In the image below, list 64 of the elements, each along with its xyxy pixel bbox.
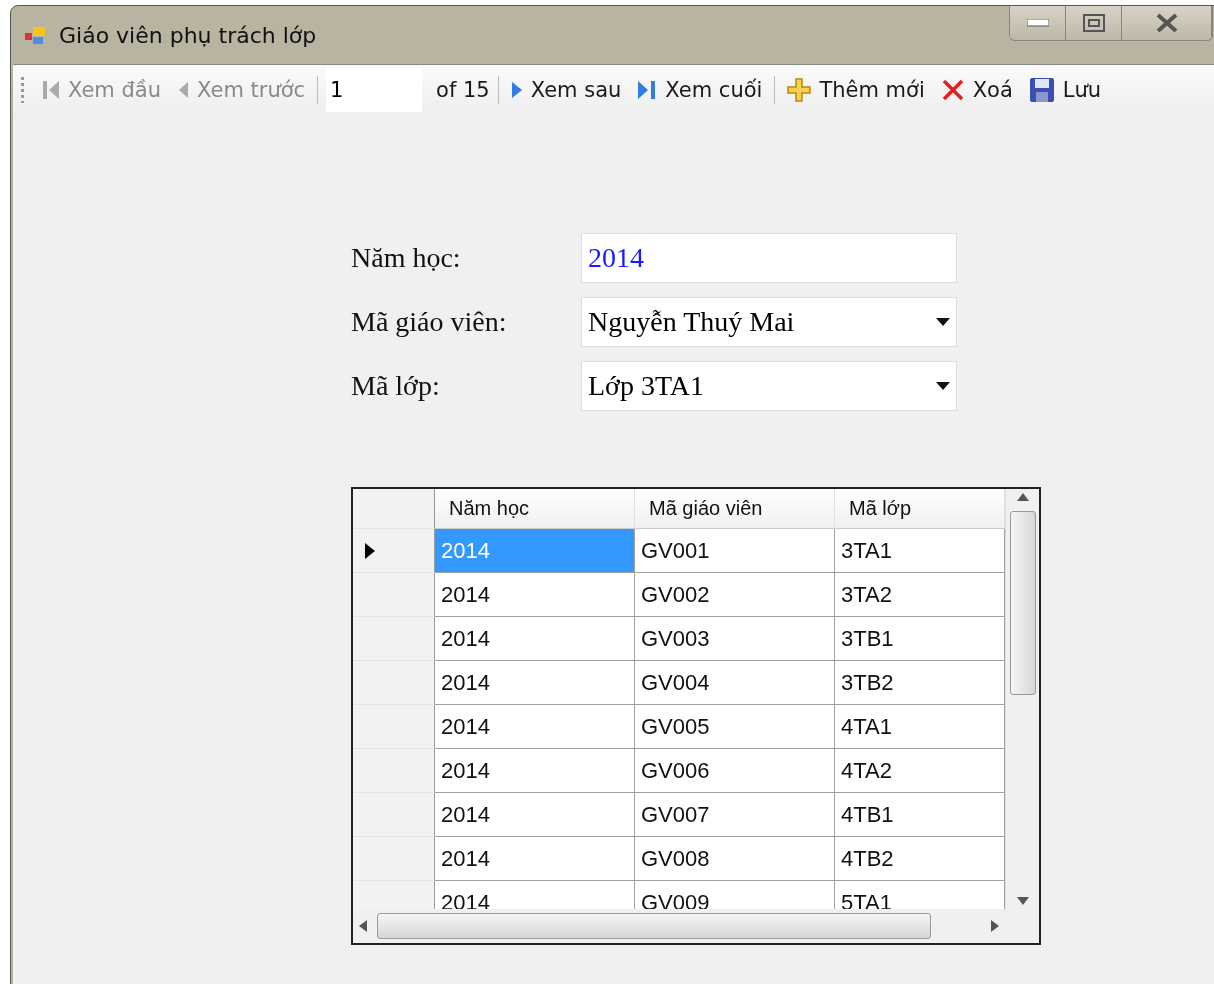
table-cell: 2014 <box>435 793 635 837</box>
table-cell: GV006 <box>635 749 835 793</box>
first-record-icon <box>42 79 60 101</box>
dropdown-field[interactable]: Nguyễn Thuý Mai <box>581 297 957 347</box>
table-cell: 2014 <box>435 661 635 705</box>
save-button[interactable]: Lưu <box>1024 77 1106 103</box>
minimize-button[interactable] <box>1010 6 1066 40</box>
last-record-icon <box>637 79 658 101</box>
minimize-icon <box>1026 19 1049 27</box>
maximize-button[interactable] <box>1066 6 1122 40</box>
last-button[interactable]: Xem cuối <box>633 78 767 102</box>
table-cell: 2014 <box>435 837 635 881</box>
previous-icon <box>177 79 189 101</box>
dropdown-field[interactable]: Lớp 3TA1 <box>581 361 957 411</box>
table-cell: 2014 <box>435 749 635 793</box>
dropdown-arrow-icon[interactable] <box>936 318 950 326</box>
table-cell: 3TB2 <box>835 661 1005 705</box>
table-cell: GV004 <box>635 661 835 705</box>
scroll-up-arrow-icon[interactable] <box>1016 493 1029 501</box>
table-cell: 4TA1 <box>835 705 1005 749</box>
table-cell: 3TB1 <box>835 617 1005 661</box>
field-label: Mã lớp: <box>351 370 441 402</box>
table-cell: GV002 <box>635 573 835 617</box>
window-title: Giáo viên phụ trách lớp <box>59 22 317 48</box>
close-icon <box>1154 13 1179 33</box>
table-cell: 4TB1 <box>835 793 1005 837</box>
table-cell: 3TA1 <box>835 529 1005 573</box>
row-header[interactable] <box>353 529 435 573</box>
table-cell: GV008 <box>635 837 835 881</box>
table-cell: GV003 <box>635 617 835 661</box>
scroll-left-arrow-icon[interactable] <box>359 920 367 932</box>
current-row-icon <box>365 542 375 559</box>
next-button[interactable]: Xem sau <box>506 78 626 102</box>
table-cell: 4TB2 <box>835 837 1005 881</box>
column-header[interactable]: Mã lớp <box>835 489 1005 529</box>
vertical-scrollbar[interactable] <box>1005 489 1039 909</box>
table-cell: 3TA2 <box>835 573 1005 617</box>
close-button[interactable] <box>1122 6 1212 40</box>
table-cell: GV007 <box>635 793 835 837</box>
column-header[interactable]: Mã giáo viên <box>635 489 835 529</box>
delete-icon <box>940 78 965 102</box>
column-header[interactable]: Năm học <box>435 489 635 529</box>
scroll-right-arrow-icon[interactable] <box>991 920 999 932</box>
table-cell: GV005 <box>635 705 835 749</box>
plus-icon <box>787 78 812 102</box>
text-field[interactable]: 2014 <box>581 233 957 283</box>
table-cell: 2014 <box>435 573 635 617</box>
save-icon <box>1028 77 1055 103</box>
scroll-down-arrow-icon[interactable] <box>1016 897 1029 905</box>
add-button[interactable]: Thêm mới <box>783 78 929 102</box>
next-icon <box>510 79 523 101</box>
table-cell: 2014 <box>435 705 635 749</box>
app-icon <box>25 25 47 45</box>
restore-icon <box>1082 14 1105 32</box>
dropdown-arrow-icon[interactable] <box>936 382 950 390</box>
field-label: Năm học: <box>351 242 462 274</box>
table-cell: 2014 <box>435 529 635 573</box>
table-cell: GV001 <box>635 529 835 573</box>
record-count: of 15 <box>436 78 490 102</box>
position-field[interactable]: 1 <box>326 68 423 112</box>
table-cell: 2014 <box>435 617 635 661</box>
delete-button[interactable]: Xoá <box>936 78 1017 102</box>
field-label: Mã giáo viên: <box>351 306 508 338</box>
table-cell: 4TA2 <box>835 749 1005 793</box>
